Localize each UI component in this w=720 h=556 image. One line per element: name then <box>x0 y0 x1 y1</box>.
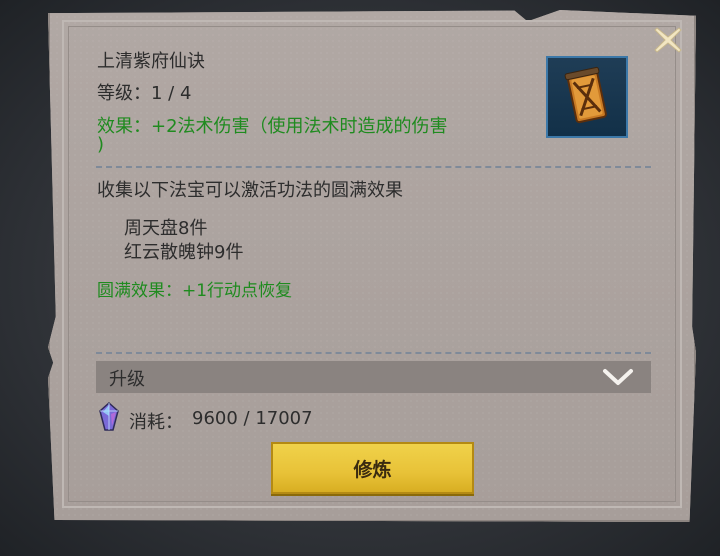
collection-item-1: 周天盘8件 <box>124 218 208 239</box>
spirit-crystal-icon <box>99 402 119 431</box>
level-label: 等级 <box>97 83 133 104</box>
divider-top <box>96 166 651 168</box>
cost-label: 消耗： <box>129 412 183 433</box>
upgrade-dropdown[interactable] <box>96 361 651 393</box>
full-effect: 圆满效果：+1行动点恢复 <box>97 281 293 301</box>
cultivate-button[interactable]: 修炼 <box>271 442 474 494</box>
skill-effect: 效果：+2法术伤害（使用法术时造成的伤害 <box>97 116 448 137</box>
full-effect-label: 圆满效果 <box>97 281 165 301</box>
divider-bottom <box>96 352 651 354</box>
skill-title: 上清紫府仙诀 <box>97 51 205 72</box>
cultivate-button-label: 修炼 <box>353 458 392 481</box>
upgrade-label: 升级 <box>109 369 145 390</box>
cost-value: 9600 / 17007 <box>192 408 313 429</box>
skill-level: 等级：1 / 4 <box>97 83 192 104</box>
cost-label-text: 消耗 <box>129 412 165 433</box>
collection-description: 收集以下法宝可以激活功法的圆满效果 <box>97 180 403 201</box>
full-effect-text: +1行动点恢复 <box>182 281 293 301</box>
jade-tablet-icon <box>564 66 607 124</box>
collection-item-2: 红云散魄钟9件 <box>124 242 244 263</box>
level-value: 1 / 4 <box>151 83 192 104</box>
effect-text-line1: +2法术伤害（使用法术时造成的伤害 <box>151 116 448 137</box>
effect-text-line2: ) <box>97 134 105 155</box>
skill-icon-frame[interactable] <box>546 56 628 138</box>
close-icon[interactable] <box>652 24 684 56</box>
chevron-down-icon[interactable] <box>602 366 634 388</box>
